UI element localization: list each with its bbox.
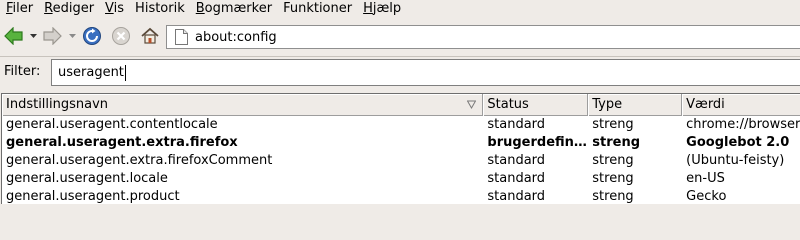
menu-historik[interactable]: Historik	[130, 0, 191, 18]
menu-hjaelp[interactable]: Hjælp	[358, 0, 407, 18]
pref-type: streng	[592, 189, 634, 204]
reload-icon	[83, 27, 101, 45]
menu-filer[interactable]: Filer	[1, 0, 39, 18]
filter-input-value: useragent	[58, 65, 124, 80]
pref-name: general.useragent.product	[6, 189, 180, 204]
table-row[interactable]: general.useragent.contentlocale standard…	[2, 116, 800, 134]
menu-bar: Filer Rediger Vis Historik Bogmærker Fun…	[0, 0, 800, 18]
pref-type: streng	[592, 171, 634, 186]
column-header-name[interactable]: Indstillingsnavn	[2, 94, 484, 116]
column-header-value[interactable]: Værdi	[682, 94, 800, 116]
pref-type: streng	[592, 117, 634, 132]
text-caret	[124, 64, 126, 81]
pref-status: standard	[487, 117, 546, 132]
url-text: about:config	[195, 29, 277, 45]
pref-type: streng	[592, 153, 634, 168]
menu-rediger[interactable]: Rediger	[39, 0, 100, 18]
filter-label: Filter:	[4, 64, 41, 79]
back-arrow-icon	[4, 27, 23, 45]
forward-button[interactable]	[40, 24, 64, 48]
table-row[interactable]: general.useragent.extra.firefox brugerde…	[2, 134, 800, 152]
table-row[interactable]: general.useragent.locale standard streng…	[2, 170, 800, 188]
pref-value: (Ubuntu-feisty)	[686, 153, 785, 168]
stop-button[interactable]	[109, 24, 133, 48]
page-icon	[172, 28, 190, 46]
menu-funktioner[interactable]: Funktioner	[278, 0, 358, 18]
pref-name: general.useragent.extra.firefox	[6, 135, 238, 150]
forward-history-dropdown[interactable]	[67, 32, 77, 40]
stop-icon	[112, 27, 130, 45]
back-history-dropdown[interactable]	[28, 32, 38, 40]
chevron-down-icon	[29, 34, 37, 38]
filter-bar: Filter: useragent	[0, 57, 800, 89]
pref-status: standard	[487, 153, 546, 168]
column-header-type[interactable]: Type	[588, 94, 683, 116]
home-icon	[141, 27, 159, 44]
table-row[interactable]: general.useragent.extra.firefoxComment s…	[2, 152, 800, 170]
home-button[interactable]	[138, 24, 162, 48]
url-bar[interactable]: about:config	[166, 25, 800, 49]
back-button[interactable]	[2, 24, 26, 48]
table-row[interactable]: general.useragent.product standard stren…	[2, 188, 800, 204]
table-header: Indstillingsnavn Status Type Værdi	[2, 94, 800, 116]
pref-status: standard	[487, 171, 546, 186]
pref-value: Gecko	[686, 189, 727, 204]
pref-name: general.useragent.extra.firefoxComment	[6, 153, 273, 168]
chevron-down-icon	[68, 34, 76, 38]
preferences-table: Indstillingsnavn Status Type Værdi gener…	[1, 93, 800, 204]
pref-name: general.useragent.contentlocale	[6, 117, 218, 132]
pref-value: Googlebot 2.0	[686, 135, 790, 150]
pref-status: standard	[487, 189, 546, 204]
pref-value: en-US	[686, 171, 725, 186]
column-header-status[interactable]: Status	[483, 94, 589, 116]
reload-button[interactable]	[80, 24, 104, 48]
filter-input[interactable]: useragent	[51, 59, 800, 86]
sort-descending-icon	[467, 100, 477, 109]
menu-vis[interactable]: Vis	[100, 0, 130, 18]
forward-arrow-icon	[43, 27, 62, 45]
pref-name: general.useragent.locale	[6, 171, 168, 186]
pref-value: chrome://browser/	[686, 117, 800, 132]
pref-status: brugerdefin...	[487, 135, 589, 150]
pref-type: streng	[592, 135, 641, 150]
menu-bogmaerker[interactable]: Bogmærker	[191, 0, 278, 18]
